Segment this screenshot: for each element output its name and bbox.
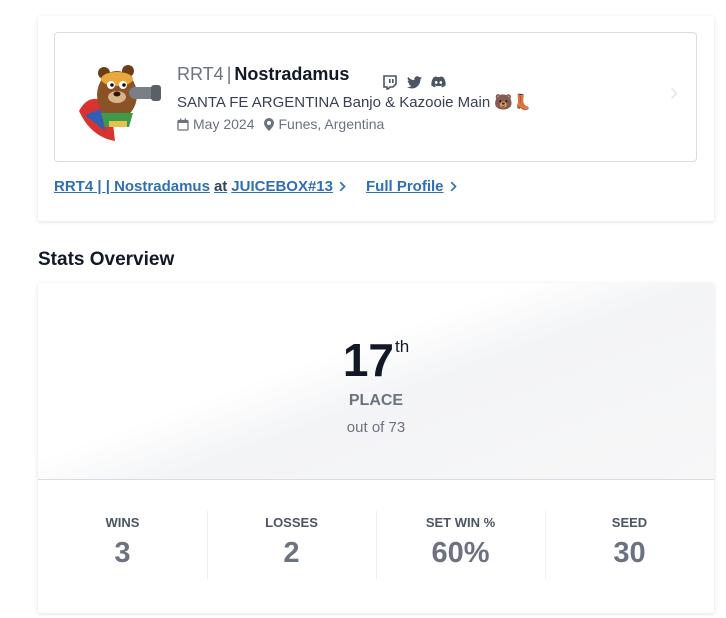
joined-date: May 2024 bbox=[193, 116, 255, 132]
stat-set-win-percent: SET WIN % 60% bbox=[376, 481, 545, 613]
social-links bbox=[381, 73, 447, 91]
stats-card: 17th PLACE out of 73 WINS 3 LOSSES 2 SET… bbox=[38, 283, 714, 613]
placement-label: PLACE bbox=[348, 392, 404, 409]
stat-seed: SEED 30 bbox=[545, 481, 714, 613]
player-profile-link[interactable]: RRT4 | Nostradamus SANTA FE ARGENTINA Banj… bbox=[54, 32, 697, 162]
sponsor-prefix: RRT4 bbox=[177, 64, 224, 84]
player-location: Funes, Argentina bbox=[278, 116, 385, 132]
stat-label: LOSSES bbox=[265, 515, 318, 530]
chevron-right-icon bbox=[450, 181, 457, 192]
stat-label: WINS bbox=[105, 515, 140, 530]
event-entrant-link[interactable]: RRT4 | | Nostradamus at JUICEBOX#13 bbox=[54, 178, 346, 195]
twitch-icon[interactable] bbox=[381, 73, 399, 91]
stat-value: 60% bbox=[431, 537, 490, 569]
stat-losses: LOSSES 2 bbox=[207, 481, 376, 613]
placement-panel: 17th PLACE out of 73 bbox=[38, 283, 714, 480]
event-name: JUICEBOX#13 bbox=[231, 178, 333, 195]
full-profile-link[interactable]: Full Profile bbox=[366, 178, 457, 195]
name-separator: | bbox=[226, 64, 232, 84]
full-profile-label: Full Profile bbox=[366, 178, 444, 195]
twitter-icon[interactable] bbox=[405, 73, 423, 91]
location-pin-icon bbox=[264, 117, 275, 131]
calendar-icon bbox=[177, 118, 189, 131]
chevron-right-icon bbox=[339, 181, 346, 192]
player-bio: SANTA FE ARGENTINA Banjo & Kazooie Main … bbox=[177, 94, 532, 111]
stats-row: WINS 3 LOSSES 2 SET WIN % 60% SEED 30 bbox=[38, 481, 714, 613]
stat-label: SEED bbox=[611, 515, 648, 530]
profile-card: RRT4 | Nostradamus SANTA FE ARGENTINA Banj… bbox=[38, 16, 714, 221]
gamertag: Nostradamus bbox=[234, 64, 350, 84]
placement-total: out of 73 bbox=[346, 419, 406, 436]
placement-number: 17th bbox=[38, 333, 714, 387]
stat-value: 3 bbox=[114, 537, 131, 569]
stat-label: SET WIN % bbox=[425, 515, 496, 530]
avatar bbox=[71, 49, 167, 145]
stat-value: 2 bbox=[283, 537, 300, 569]
at-label: at bbox=[213, 178, 228, 195]
profile-links: RRT4 | | Nostradamus at JUICEBOX#13 Full… bbox=[54, 178, 457, 195]
stat-value: 30 bbox=[613, 537, 646, 569]
discord-icon[interactable] bbox=[429, 73, 447, 91]
entrant-name: RRT4 | | Nostradamus bbox=[54, 178, 210, 195]
stat-wins: WINS 3 bbox=[38, 481, 207, 613]
placement-value: 17 bbox=[342, 334, 394, 386]
player-meta: May 2024 Funes, Argentina bbox=[177, 116, 384, 132]
placement-suffix: th bbox=[394, 337, 410, 356]
chevron-right-icon bbox=[670, 87, 678, 105]
player-name: RRT4 | Nostradamus bbox=[177, 64, 349, 85]
section-title: Stats Overview bbox=[38, 249, 175, 270]
